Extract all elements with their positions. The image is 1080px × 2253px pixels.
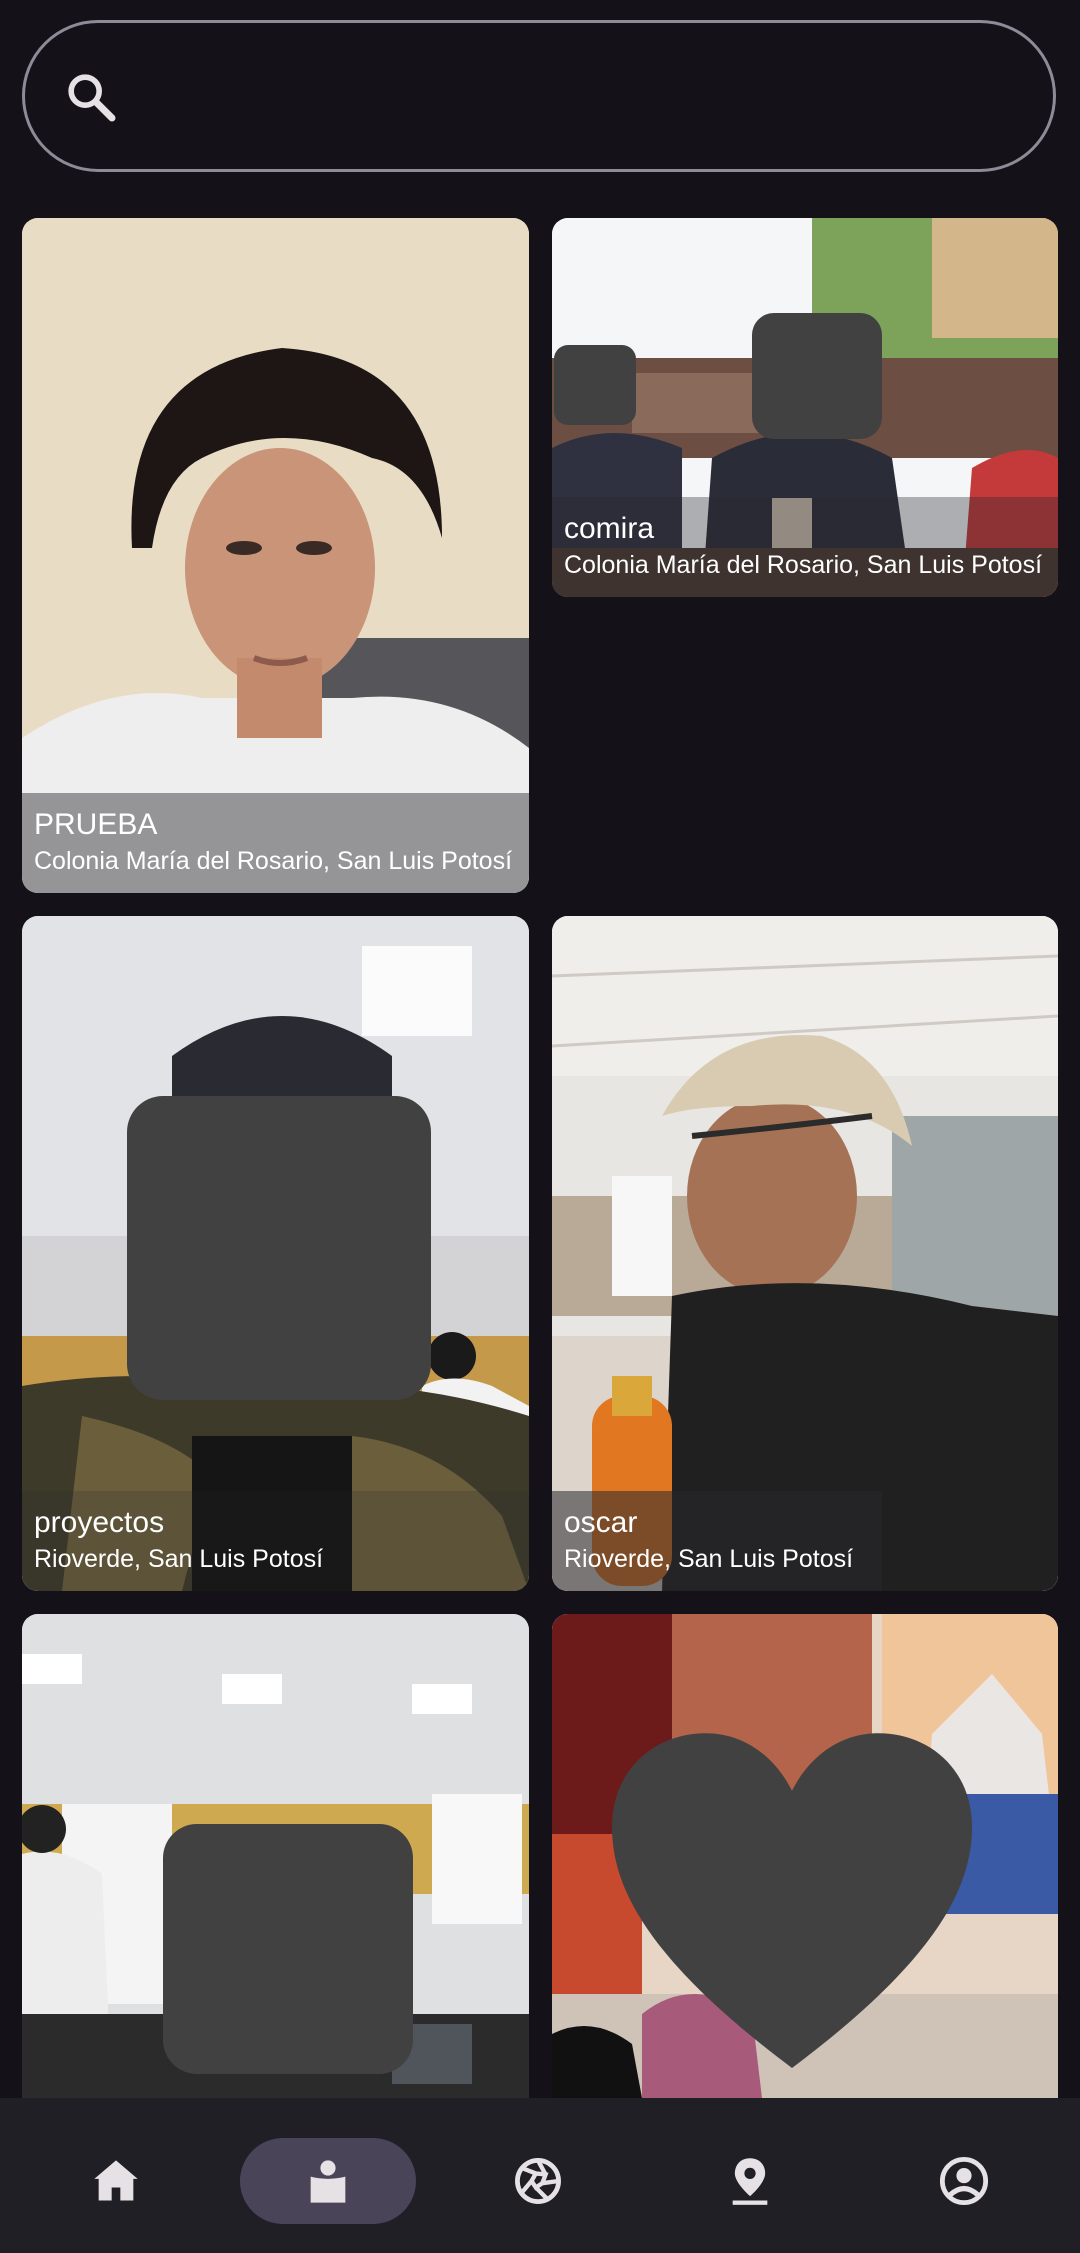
post-caption: PRUEBA Colonia María del Rosario, San Lu… [22, 793, 529, 893]
redaction-box [127, 1096, 431, 1400]
search-icon[interactable] [63, 69, 119, 125]
post-card[interactable] [552, 1614, 1058, 2098]
search-bar[interactable] [22, 20, 1056, 172]
post-location: Rioverde, San Luis Potosí [34, 1545, 324, 1573]
search-input[interactable] [145, 53, 1029, 145]
home-icon [94, 2160, 138, 2201]
nav-profile-feed[interactable] [240, 2138, 416, 2224]
redaction-box [163, 1824, 413, 2074]
post-title: proyectos [34, 1506, 165, 1539]
redaction-heart [612, 1733, 972, 2068]
nav-location[interactable] [690, 2138, 810, 2224]
post-card[interactable]: proyectos Rioverde, San Luis Potosí [22, 916, 529, 1591]
post-photo [22, 218, 529, 893]
redaction-box [554, 345, 636, 425]
post-title: oscar [564, 1506, 638, 1539]
post-card[interactable]: comira Colonia María del Rosario, San Lu… [552, 218, 1058, 597]
nav-camera[interactable] [478, 2138, 598, 2224]
post-card[interactable]: oscar Rioverde, San Luis Potosí [552, 916, 1058, 1591]
nav-home[interactable] [56, 2138, 176, 2224]
post-caption: proyectos Rioverde, San Luis Potosí [22, 1491, 529, 1591]
post-location: Colonia María del Rosario, San Luis Poto… [564, 551, 1043, 579]
post-title: PRUEBA [34, 808, 158, 841]
post-card[interactable] [22, 1614, 529, 2098]
post-location: Colonia María del Rosario, San Luis Poto… [34, 847, 513, 875]
location-pin-icon [732, 2158, 768, 2205]
bottom-navigation [0, 2098, 1080, 2253]
post-title: comira [564, 512, 655, 545]
post-caption: comira Colonia María del Rosario, San Lu… [552, 497, 1058, 597]
post-caption: oscar Rioverde, San Luis Potosí [552, 1491, 882, 1591]
account-circle-icon [939, 2156, 989, 2206]
redaction-box [752, 313, 882, 439]
person-badge-icon [310, 2160, 346, 2203]
post-location: Rioverde, San Luis Potosí [564, 1545, 854, 1573]
post-photo [552, 916, 1058, 1591]
nav-account[interactable] [904, 2138, 1024, 2224]
post-card[interactable]: PRUEBA Colonia María del Rosario, San Lu… [22, 218, 529, 893]
camera-shutter-icon [515, 2158, 561, 2204]
